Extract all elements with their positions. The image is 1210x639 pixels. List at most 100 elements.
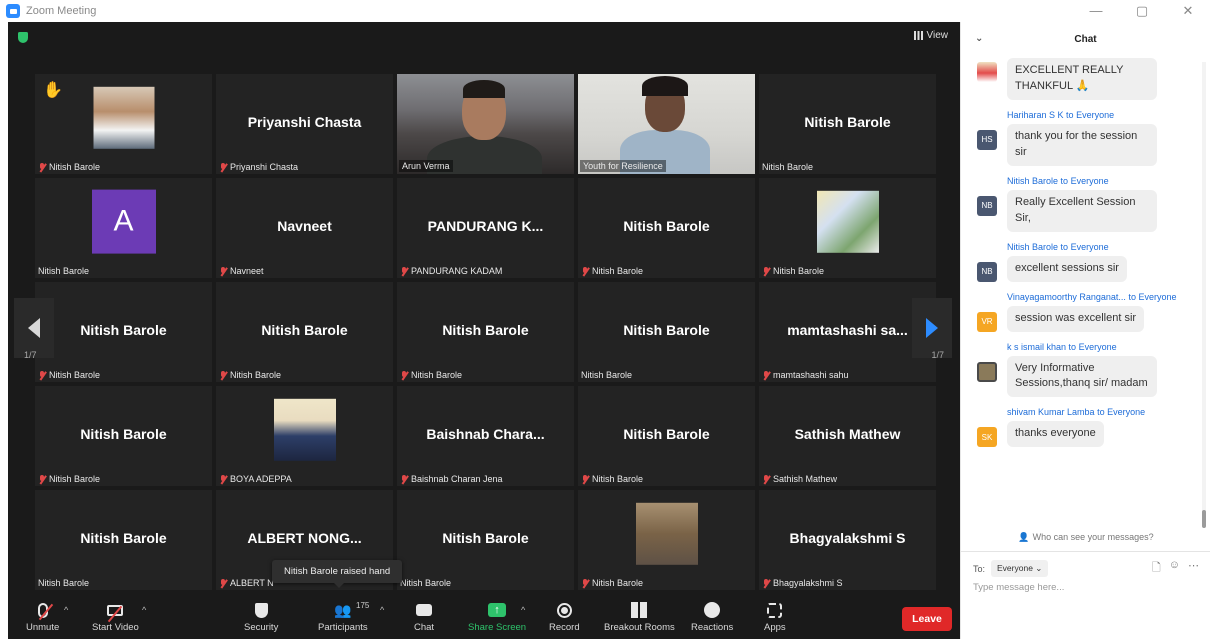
participant-tile[interactable]: Nitish Barole Nitish Barole — [397, 490, 574, 590]
unmute-button[interactable]: Unmute — [26, 601, 59, 633]
muted-mic-icon — [762, 266, 770, 276]
recipient-select[interactable]: Everyone ⌄ — [991, 560, 1049, 577]
maximize-icon[interactable]: ▢ — [1134, 3, 1150, 19]
participant-name-label: Nitish Barole — [38, 474, 100, 484]
muted-mic-icon — [219, 370, 227, 380]
participants-label: Participants — [318, 622, 368, 633]
window-controls: — ▢ ✕ — [1088, 3, 1196, 19]
message-text: Really Excellent Session Sir, — [1007, 189, 1157, 232]
minimize-icon[interactable]: — — [1088, 3, 1104, 19]
participant-name: Nitish Barole — [38, 266, 90, 276]
chat-message: Nitish Barole to Everyone NB Really Excell… — [961, 176, 1204, 232]
message-input[interactable]: Type message here... — [973, 582, 1064, 593]
participant-name-label: Nitish Barole — [581, 370, 632, 380]
next-page-button[interactable] — [912, 298, 952, 358]
participant-tile[interactable]: Nitish Barole Nitish Barole — [35, 490, 212, 590]
message-visibility-link[interactable]: 👤 Who can see your messages? — [961, 532, 1210, 543]
participant-tile[interactable]: Nitish Barole — [759, 178, 936, 278]
previous-page-button[interactable] — [14, 298, 54, 358]
record-button[interactable]: Record — [549, 601, 580, 633]
grid-icon — [913, 31, 923, 40]
muted-mic-icon — [38, 162, 46, 172]
emoji-icon[interactable]: ☺ — [1169, 559, 1180, 578]
muted-mic-icon — [219, 162, 227, 172]
participant-name-label: Bhagyalakshmi S — [762, 578, 843, 588]
participant-tile[interactable]: Nitish Barole Nitish Barole — [578, 386, 755, 486]
sender-name[interactable]: Hariharan S K — [1007, 110, 1064, 120]
profile-photo — [93, 86, 154, 149]
sender-name[interactable]: Nitish Barole — [1007, 176, 1058, 186]
sender-name[interactable]: Nitish Barole — [1007, 242, 1058, 252]
participant-display-name: Nitish Barole — [623, 218, 710, 234]
breakout-rooms-button[interactable]: Breakout Rooms — [604, 601, 675, 633]
participant-tile[interactable]: Nitish Barole — [578, 490, 755, 590]
participant-name-label: Nitish Barole — [400, 370, 462, 380]
participant-tile[interactable]: Nitish Barole Nitish Barole — [35, 282, 212, 382]
muted-mic-icon — [400, 370, 408, 380]
sender-name[interactable]: shivam Kumar Lamba — [1007, 407, 1095, 417]
audio-options-caret[interactable]: ^ — [64, 605, 68, 615]
zoom-logo-icon — [6, 4, 20, 18]
participant-tile[interactable]: Navneet Navneet — [216, 178, 393, 278]
message-sender: shivam Kumar Lamba to Everyone — [1007, 407, 1204, 417]
participant-tile[interactable]: Bhagyalakshmi S Bhagyalakshmi S — [759, 490, 936, 590]
chat-scrollbar-track[interactable] — [1202, 62, 1206, 512]
participant-tile[interactable]: Nitish Barole Nitish Barole — [759, 74, 936, 174]
chat-message-list[interactable]: EXCELLENT REALLY THANKFUL 🙏 Hariharan S K… — [961, 58, 1204, 524]
participant-tile[interactable]: BOYA ADEPPA — [216, 386, 393, 486]
sender-name[interactable]: Vinayagamoorthy Ranganat... — [1007, 292, 1126, 302]
participant-tile[interactable]: Nitish Barole Nitish Barole — [578, 178, 755, 278]
participant-tile[interactable]: A Nitish Barole — [35, 178, 212, 278]
share-screen-button[interactable]: ↑ Share Screen — [468, 601, 526, 633]
view-button[interactable]: View — [913, 30, 948, 41]
participant-display-name: Nitish Barole — [623, 426, 710, 442]
to-word: to — [1066, 109, 1074, 120]
leave-button[interactable]: Leave — [902, 607, 952, 631]
participant-tile[interactable]: Nitish Barole Nitish Barole — [35, 386, 212, 486]
more-options-icon[interactable]: ⋯ — [1188, 559, 1199, 578]
participant-name-label: Nitish Barole — [38, 162, 100, 172]
apps-button[interactable]: Apps — [764, 601, 786, 633]
to-word: to — [1128, 291, 1136, 302]
security-button[interactable]: Security — [244, 601, 278, 633]
participant-tile[interactable]: Nitish Barole Nitish Barole — [216, 282, 393, 382]
close-icon[interactable]: ✕ — [1180, 3, 1196, 19]
participant-name-label: Youth for Resilience — [580, 160, 666, 172]
chat-button[interactable]: Chat — [414, 601, 434, 633]
chevron-down-icon[interactable]: ⌄ — [975, 33, 983, 44]
participant-name: Youth for Resilience — [583, 161, 663, 171]
participants-options-caret[interactable]: ^ — [380, 605, 384, 615]
participant-tile[interactable]: Priyanshi Chasta Priyanshi Chasta — [216, 74, 393, 174]
chat-scrollbar-thumb[interactable] — [1202, 510, 1206, 528]
reactions-button[interactable]: Reactions — [691, 601, 733, 633]
sender-avatar: NB — [977, 261, 997, 282]
participant-tile[interactable]: Nitish Barole Nitish Barole — [397, 282, 574, 382]
share-options-caret[interactable]: ^ — [521, 605, 525, 615]
participant-name-label: Priyanshi Chasta — [219, 162, 298, 172]
participant-tile[interactable]: Nitish Barole Nitish Barole — [578, 282, 755, 382]
file-icon[interactable]: 🗋 — [1152, 559, 1161, 578]
participant-tile[interactable]: mamtashashi sa... mamtashashi sahu — [759, 282, 936, 382]
message-recipient: Everyone — [1078, 341, 1117, 352]
participant-tile[interactable]: Youth for Resilience — [578, 74, 755, 174]
start-video-button[interactable]: Start Video — [92, 601, 139, 633]
participant-name: Priyanshi Chasta — [230, 162, 299, 172]
participant-tile[interactable]: Arun Verma — [397, 74, 574, 174]
raise-hand-notification: Nitish Barole raised hand — [272, 560, 403, 588]
chat-header: ⌄ Chat — [961, 22, 1210, 56]
sender-name[interactable]: k s ismail khan — [1007, 342, 1066, 352]
muted-mic-icon — [38, 370, 46, 380]
video-options-caret[interactable]: ^ — [142, 605, 146, 615]
participant-tile[interactable]: PANDURANG K... PANDURANG KADAM — [397, 178, 574, 278]
profile-photo — [273, 398, 336, 461]
encryption-shield-icon[interactable] — [18, 32, 28, 43]
participant-tile[interactable]: ✋ Nitish Barole — [35, 74, 212, 174]
participant-display-name: Bhagyalakshmi S — [789, 530, 906, 546]
chat-message: Hariharan S K to Everyone HS thank you for… — [961, 110, 1204, 166]
participant-tile[interactable]: Sathish Mathew Sathish Mathew — [759, 386, 936, 486]
participant-tile[interactable]: Baishnab Chara... Baishnab Charan Jena — [397, 386, 574, 486]
participant-display-name: Nitish Barole — [80, 530, 167, 546]
participant-name: Sathish Mathew — [773, 474, 838, 484]
muted-mic-icon — [581, 578, 589, 588]
participant-name-label: Sathish Mathew — [762, 474, 837, 484]
